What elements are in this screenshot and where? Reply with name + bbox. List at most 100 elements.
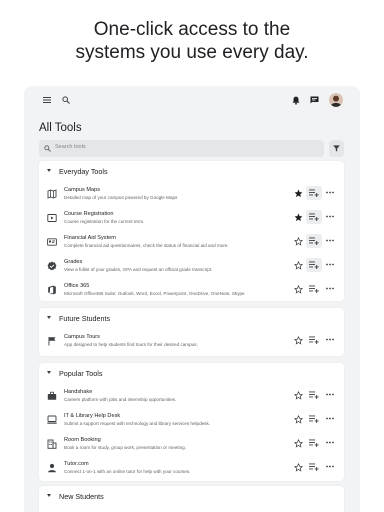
tool-row-grades[interactable]: Grades View a fullist of your grades, GP…: [39, 255, 344, 279]
avatar[interactable]: [329, 93, 343, 107]
tool-description: Book a room for study, group work, prese…: [64, 445, 186, 450]
add-to-queue-button[interactable]: [306, 436, 322, 450]
section-title: New Students: [59, 492, 104, 501]
search-icon[interactable]: [62, 96, 70, 104]
playlist-add-icon: [309, 189, 319, 197]
tool-name: Financial Aid System: [64, 235, 116, 241]
star-outline-icon[interactable]: [294, 463, 303, 472]
verified-icon: [47, 261, 57, 271]
map-icon: [47, 189, 57, 199]
tool-row-handshake[interactable]: Handshake Careers platform with jobs and…: [39, 385, 344, 409]
tool-name: Campus Tours: [64, 334, 100, 340]
more-horiz-icon[interactable]: [326, 338, 334, 341]
star-outline-icon[interactable]: [294, 439, 303, 448]
page-title: All Tools: [39, 122, 82, 134]
star-filled-icon[interactable]: [294, 213, 303, 222]
more-horiz-icon[interactable]: [326, 465, 334, 468]
more-horiz-icon[interactable]: [326, 393, 334, 396]
tool-row-room-booking[interactable]: Room Booking Book a room for study, grou…: [39, 433, 344, 457]
more-horiz-icon[interactable]: [326, 215, 334, 218]
filter-icon: [333, 145, 340, 152]
add-to-queue-button[interactable]: [306, 258, 322, 272]
more-horiz-icon[interactable]: [326, 441, 334, 444]
star-outline-icon[interactable]: [294, 415, 303, 424]
tool-name: Office 365: [64, 283, 90, 289]
playlist-add-icon: [309, 261, 319, 269]
chevron-down-icon: [47, 316, 51, 319]
add-to-queue-button[interactable]: [306, 210, 322, 224]
tool-name: Handshake: [64, 389, 93, 395]
headline-line-2: systems you use every day.: [75, 42, 309, 63]
search-input[interactable]: Search tools: [39, 140, 324, 157]
tool-row-it-library-help-desk[interactable]: IT & Library Help Desk Submit a support …: [39, 409, 344, 433]
playlist-add-icon: [309, 336, 319, 344]
chat-icon[interactable]: [310, 96, 319, 104]
tool-name: Grades: [64, 259, 83, 265]
more-horiz-icon[interactable]: [326, 191, 334, 194]
more-horiz-icon[interactable]: [326, 417, 334, 420]
more-horiz-icon[interactable]: [326, 287, 334, 290]
star-outline-icon[interactable]: [294, 336, 303, 345]
playlist-add-icon: [309, 391, 319, 399]
add-to-queue-button[interactable]: [306, 460, 322, 474]
tool-description: App designed to help students find tours…: [64, 342, 198, 347]
star-outline-icon[interactable]: [294, 261, 303, 270]
tool-description: Submit a support request with technology…: [64, 421, 211, 426]
filter-button[interactable]: [329, 140, 344, 157]
add-to-queue-button[interactable]: [306, 333, 322, 347]
add-to-queue-button[interactable]: [306, 388, 322, 402]
section-title: Popular Tools: [59, 369, 103, 378]
add-to-queue-button[interactable]: [306, 186, 322, 200]
tool-name: Campus Maps: [64, 187, 101, 193]
search-placeholder: Search tools: [55, 144, 86, 150]
chevron-down-icon: [47, 494, 51, 497]
section-future-students: Future Students Campus Tours App designe…: [39, 308, 344, 356]
playlist-add-icon: [309, 213, 319, 221]
section-header[interactable]: Popular Tools: [39, 363, 344, 385]
tool-description: Complete financial aid questionnaires, c…: [64, 243, 229, 248]
more-horiz-icon[interactable]: [326, 263, 334, 266]
headline-line-1: One-click access to the: [93, 19, 291, 40]
help-desk-icon: [47, 415, 57, 424]
tool-row-course-registration[interactable]: Course Registration Course registration …: [39, 207, 344, 231]
menu-icon[interactable]: [43, 97, 51, 103]
tool-row-tutor-com[interactable]: Tutor.com Connect 1-on-1 with an online …: [39, 457, 344, 481]
tool-name: Course Registration: [64, 211, 114, 217]
chevron-down-icon: [47, 169, 51, 172]
star-outline-icon[interactable]: [294, 391, 303, 400]
playlist-add-icon: [309, 285, 319, 293]
tool-row-financial-aid-system[interactable]: Financial Aid System Complete financial …: [39, 231, 344, 255]
tool-name: IT & Library Help Desk: [64, 413, 121, 419]
add-to-queue-button[interactable]: [306, 234, 322, 248]
headline: One-click access to the systems you use …: [0, 18, 384, 64]
tool-row-campus-tours[interactable]: Campus Tours App designed to help studen…: [39, 330, 344, 354]
playlist-add-icon: [309, 415, 319, 423]
app-window: All Tools Search tools Everyday Tools Ca…: [24, 86, 360, 512]
tool-description: Microsoft Office365 Suite: Outlook, Word…: [64, 291, 245, 296]
tool-row-office-365[interactable]: Office 365 Microsoft Office365 Suite: Ou…: [39, 279, 344, 303]
person-icon: [48, 463, 56, 473]
star-outline-icon[interactable]: [294, 237, 303, 246]
tool-row-campus-maps[interactable]: Campus Maps Detailed map of your campus …: [39, 183, 344, 207]
star-outline-icon[interactable]: [294, 285, 303, 294]
more-horiz-icon[interactable]: [326, 239, 334, 242]
tool-name: Room Booking: [64, 437, 101, 443]
section-title: Everyday Tools: [59, 167, 108, 176]
section-header[interactable]: Future Students: [39, 308, 344, 330]
search-icon: [44, 145, 51, 152]
bell-icon[interactable]: [292, 96, 300, 105]
section-everyday-tools: Everyday Tools Campus Maps Detailed map …: [39, 161, 344, 301]
section-header[interactable]: Everyday Tools: [39, 161, 344, 183]
briefcase-icon: [47, 391, 57, 400]
add-to-queue-button[interactable]: [306, 412, 322, 426]
tool-description: Course registration for the current term…: [64, 219, 145, 224]
id-card-icon: [47, 238, 57, 246]
tool-description: View a fullist of your grades, GPA and r…: [64, 267, 213, 272]
office-icon: [48, 285, 56, 295]
chevron-down-icon: [47, 371, 51, 374]
tool-description: Detailed map of your campus powered by G…: [64, 195, 178, 200]
add-to-queue-button[interactable]: [306, 282, 322, 296]
playlist-add-icon: [309, 439, 319, 447]
section-header[interactable]: New Students: [39, 486, 344, 508]
star-filled-icon[interactable]: [294, 189, 303, 198]
